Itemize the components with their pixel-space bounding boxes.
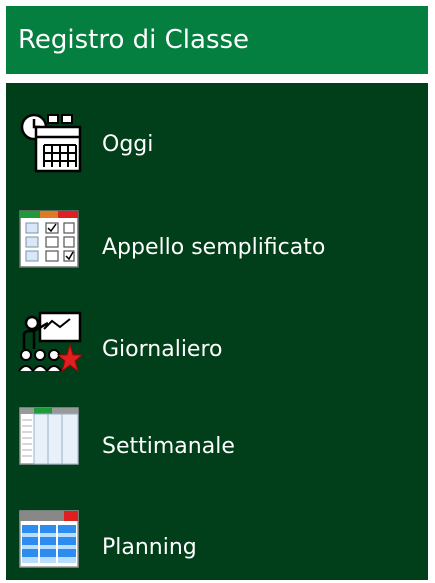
sidebar-item-label: Planning (102, 535, 197, 560)
sidebar-item-oggi[interactable]: Oggi (6, 95, 428, 175)
sidebar-menu: Oggi Appello semplificato Giornaliero Se… (6, 83, 428, 580)
weekly-grid-icon (19, 407, 79, 465)
sidebar-item-label: Oggi (102, 132, 154, 157)
page-title-bar: Registro di Classe (6, 6, 428, 74)
sidebar-item-label: Giornaliero (102, 337, 223, 362)
planning-table-icon (19, 510, 79, 568)
sidebar-item-planning[interactable]: Planning (6, 501, 428, 581)
page-title: Registro di Classe (18, 25, 250, 55)
attendance-checklist-icon (19, 210, 79, 268)
calendar-clock-icon (20, 113, 82, 173)
sidebar-item-appello-semplificato[interactable]: Appello semplificato (6, 199, 428, 279)
sidebar-item-label: Appello semplificato (102, 235, 326, 260)
sidebar-item-giornaliero[interactable]: Giornaliero (6, 299, 428, 379)
sidebar-item-label: Settimanale (102, 434, 235, 459)
sidebar-item-settimanale[interactable]: Settimanale (6, 397, 428, 477)
teacher-classroom-star-icon (18, 311, 82, 373)
